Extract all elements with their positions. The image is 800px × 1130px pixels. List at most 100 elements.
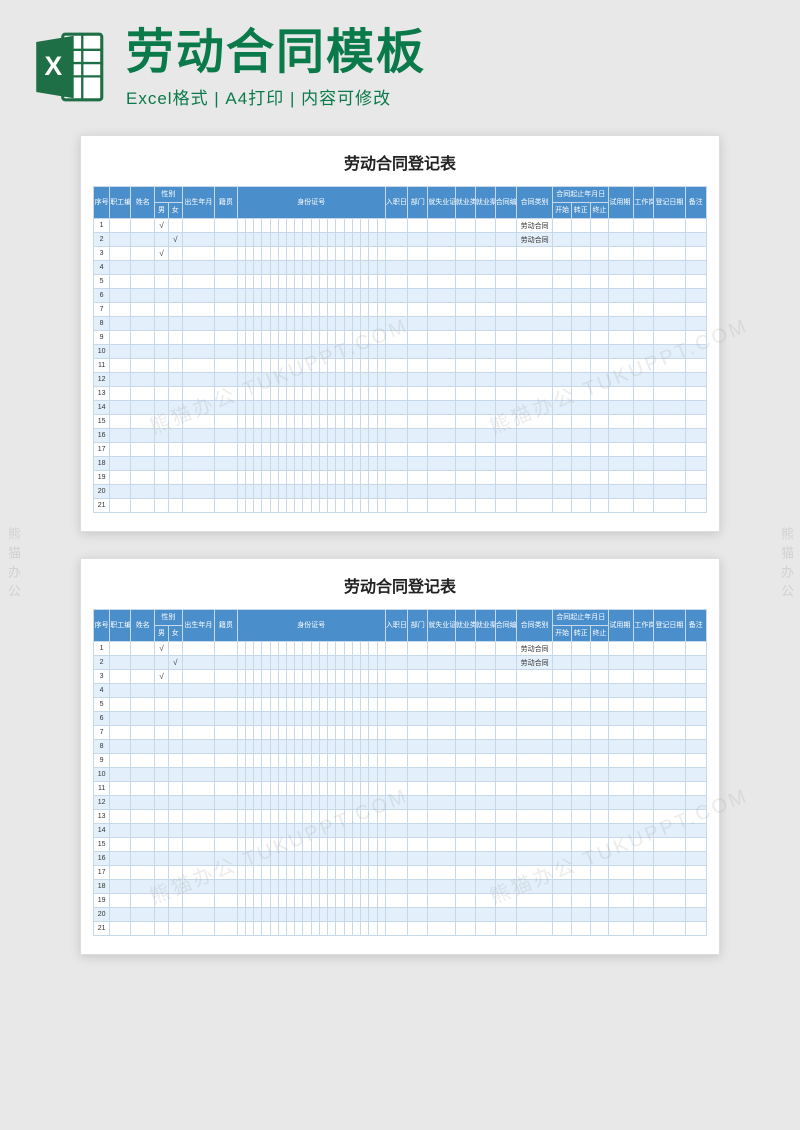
cell-seq: 7: [94, 726, 110, 740]
cell-dept: [408, 219, 428, 233]
cell-id-digit: [336, 866, 344, 880]
col-contractno: 合同编号: [495, 610, 516, 642]
cell-id-digit: [336, 908, 344, 922]
cell-id-digit: [319, 373, 327, 387]
cell-jiguan: [215, 922, 237, 936]
cell-id-digit: [287, 443, 295, 457]
cell-entrydate: [385, 726, 407, 740]
cell-id-digit: [311, 471, 319, 485]
cell-empno: [110, 345, 131, 359]
cell-id-digit: [287, 852, 295, 866]
cell-empno: [110, 712, 131, 726]
cell-id-digit: [237, 499, 245, 513]
cell-id-digit: [352, 670, 360, 684]
cell-id-digit: [278, 219, 286, 233]
cell-contractno: [495, 261, 516, 275]
cell-period-zz: [571, 401, 590, 415]
cell-probation: [609, 810, 634, 824]
cell-id-digit: [278, 810, 286, 824]
cell-id-digit: [328, 880, 336, 894]
cell-id-digit: [303, 471, 311, 485]
table-row: 13: [94, 387, 707, 401]
cell-jiguan: [215, 726, 237, 740]
cell-channel: [475, 684, 495, 698]
cell-id-digit: [262, 852, 270, 866]
cell-id-digit: [352, 838, 360, 852]
cell-post: [634, 219, 654, 233]
cell-period-start: [553, 740, 572, 754]
cell-birth: [182, 796, 214, 810]
cell-birth: [182, 726, 214, 740]
cell-birth: [182, 880, 214, 894]
cell-sex-m: [155, 754, 169, 768]
cell-remark: [685, 275, 706, 289]
cell-contracttype: [516, 922, 552, 936]
cell-id-digit: [377, 782, 385, 796]
cell-empno: [110, 880, 131, 894]
cell-id-digit: [245, 740, 253, 754]
cell-id-digit: [377, 443, 385, 457]
cell-name: [131, 880, 155, 894]
cell-period-zz: [571, 866, 590, 880]
cell-id-digit: [369, 922, 377, 936]
cell-id-digit: [377, 684, 385, 698]
cell-post: [634, 922, 654, 936]
cell-seq: 12: [94, 796, 110, 810]
cell-id-digit: [278, 275, 286, 289]
cell-empno: [110, 499, 131, 513]
col-period-start: 开始: [553, 626, 572, 642]
cell-remark: [685, 331, 706, 345]
cell-seq: 7: [94, 303, 110, 317]
cell-id-digit: [254, 415, 262, 429]
cell-id-digit: [237, 387, 245, 401]
cell-channel: [475, 317, 495, 331]
table-row: 4: [94, 261, 707, 275]
cell-id-digit: [328, 712, 336, 726]
cell-contractno: [495, 429, 516, 443]
cell-regdate: [654, 401, 685, 415]
cell-id-digit: [245, 684, 253, 698]
cell-period-end: [590, 275, 609, 289]
cell-entrydate: [385, 359, 407, 373]
col-period-end: 终止: [590, 203, 609, 219]
cell-channel: [475, 429, 495, 443]
cell-empno: [110, 317, 131, 331]
cell-regdate: [654, 838, 685, 852]
cell-probation: [609, 894, 634, 908]
cell-name: [131, 219, 155, 233]
cell-id-digit: [237, 922, 245, 936]
cell-id-digit: [336, 373, 344, 387]
cell-post: [634, 401, 654, 415]
cell-contractno: [495, 373, 516, 387]
cell-seq: 8: [94, 740, 110, 754]
cell-id-digit: [352, 810, 360, 824]
cell-regdate: [654, 219, 685, 233]
cell-contractno: [495, 782, 516, 796]
cell-name: [131, 499, 155, 513]
cell-emptype: [455, 261, 475, 275]
cell-period-end: [590, 726, 609, 740]
cell-period-start: [553, 670, 572, 684]
cell-sex-f: [168, 429, 182, 443]
cell-period-zz: [571, 880, 590, 894]
table-row: 15: [94, 415, 707, 429]
cell-id-digit: [311, 698, 319, 712]
cell-id-digit: [237, 852, 245, 866]
cell-id-digit: [352, 852, 360, 866]
cell-id-digit: [254, 866, 262, 880]
cell-empno: [110, 233, 131, 247]
cell-sex-f: [168, 331, 182, 345]
cell-id-digit: [270, 656, 278, 670]
cell-id-digit: [377, 387, 385, 401]
cell-probation: [609, 373, 634, 387]
cell-birth: [182, 768, 214, 782]
cell-sex-f: [168, 782, 182, 796]
cell-regdate: [654, 894, 685, 908]
cell-id-digit: [361, 768, 369, 782]
cell-period-start: [553, 415, 572, 429]
cell-id-digit: [328, 922, 336, 936]
cell-id-digit: [254, 880, 262, 894]
cell-emptype: [455, 233, 475, 247]
cell-contracttype: [516, 345, 552, 359]
cell-sex-f: [168, 754, 182, 768]
